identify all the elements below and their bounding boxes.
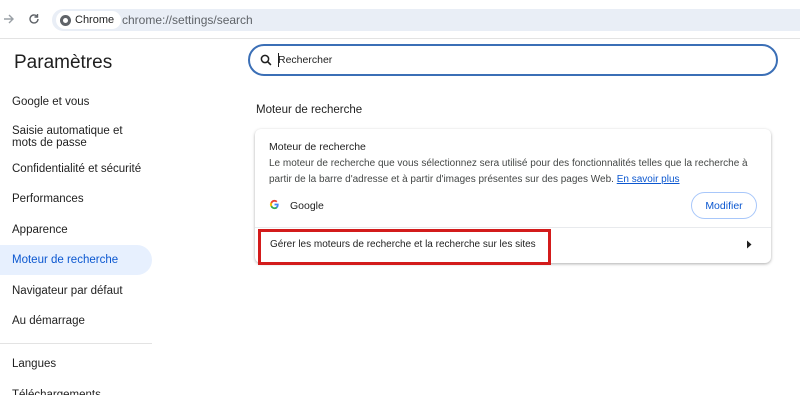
modify-button[interactable]: Modifier [691, 192, 757, 219]
engine-name: Google [290, 200, 324, 212]
section-title: Moteur de recherche [256, 104, 363, 116]
sidebar-item-privacy[interactable]: Confidentialité et sécurité [0, 159, 152, 179]
text-caret [278, 53, 279, 67]
manage-search-engines-row[interactable]: Gérer les moteurs de recherche et la rec… [255, 228, 771, 263]
sidebar-item-autofill[interactable]: Saisie automatique et mots de passe [0, 122, 152, 152]
sidebar-item-google[interactable]: Google et vous [0, 92, 152, 112]
browser-toolbar: Chrome chrome://settings/search [0, 0, 800, 39]
sidebar-item-default-browser[interactable]: Navigateur par défaut [0, 281, 152, 301]
url-text[interactable]: chrome://settings/search [122, 13, 253, 27]
settings-sidebar: Paramètres Google et vous Saisie automat… [0, 40, 152, 395]
sidebar-item-languages[interactable]: Langues [0, 354, 152, 374]
google-icon [269, 199, 280, 213]
current-engine: Google [269, 199, 324, 213]
manage-search-engines-label: Gérer les moteurs de recherche et la rec… [270, 239, 536, 250]
card-heading: Moteur de recherche [269, 141, 366, 153]
site-chip[interactable]: Chrome [56, 11, 122, 29]
chevron-right-icon [747, 240, 752, 249]
sidebar-divider [0, 343, 152, 344]
sidebar-item-performance[interactable]: Performances [0, 189, 152, 209]
site-chip-label: Chrome [75, 14, 115, 26]
sidebar-item-on-startup[interactable]: Au démarrage [0, 311, 152, 331]
page-title: Paramètres [14, 52, 113, 73]
learn-more-link[interactable]: En savoir plus [617, 174, 680, 185]
search-input[interactable] [278, 52, 758, 68]
forward-icon[interactable] [0, 10, 18, 28]
search-icon [260, 54, 272, 66]
settings-search[interactable] [248, 44, 778, 76]
sidebar-item-appearance[interactable]: Apparence [0, 220, 152, 240]
sidebar-item-search-engine[interactable]: Moteur de recherche [0, 245, 152, 275]
chrome-icon [60, 14, 71, 26]
card-description: Le moteur de recherche que vous sélectio… [269, 156, 759, 188]
address-bar[interactable]: Chrome chrome://settings/search [52, 9, 800, 31]
search-engine-card: Moteur de recherche Le moteur de recherc… [255, 129, 771, 263]
reload-icon[interactable] [25, 10, 43, 28]
sidebar-item-downloads[interactable]: Téléchargements [0, 385, 152, 395]
